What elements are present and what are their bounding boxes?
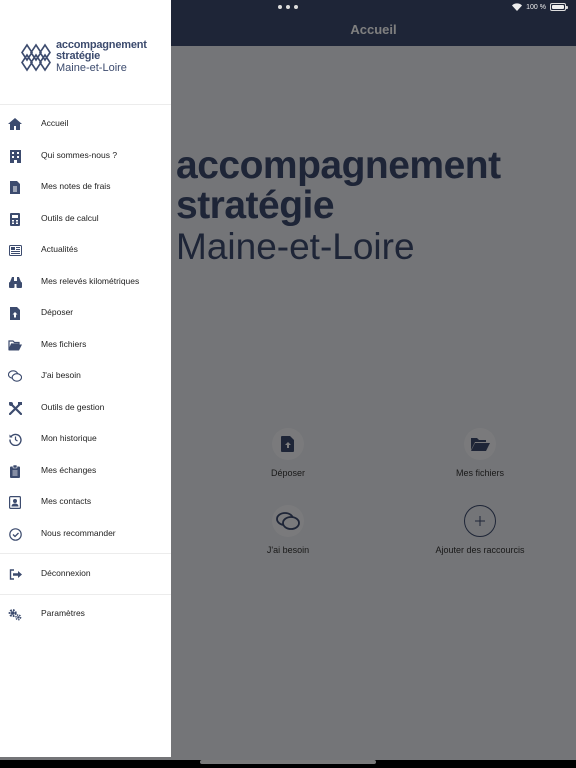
history-icon — [8, 432, 22, 446]
menu-item-deposer[interactable]: Déposer — [0, 298, 171, 328]
menu-item-parametres[interactable]: Paramètres — [0, 599, 171, 629]
menu-item-notes-de-frais[interactable]: Mes notes de frais — [0, 172, 171, 202]
folder-open-icon — [8, 338, 22, 352]
wifi-icon — [512, 3, 523, 11]
menu-label: Déconnexion — [41, 568, 91, 578]
comments-icon — [8, 369, 22, 383]
logo-mark-icon — [21, 43, 51, 72]
drawer-logo: accompagnement stratégie Maine-et-Loire — [21, 40, 161, 80]
logo-line-2: stratégie — [56, 50, 101, 62]
check-circle-icon — [8, 527, 22, 541]
cogs-icon — [8, 607, 22, 621]
home-indicator[interactable] — [200, 760, 376, 764]
multitasking-dots[interactable] — [278, 5, 298, 11]
menu-item-outils-de-calcul[interactable]: Outils de calcul — [0, 204, 171, 234]
menu-item-deconnexion[interactable]: Déconnexion — [0, 559, 171, 589]
building-icon — [8, 149, 22, 163]
menu-item-accueil[interactable]: Accueil — [0, 109, 171, 139]
divider — [0, 104, 171, 105]
menu-label: Qui sommes-nous ? — [41, 150, 118, 160]
menu-label: Actualités — [41, 244, 78, 254]
menu-label: Accueil — [41, 118, 69, 128]
menu-label: Outils de gestion — [41, 402, 105, 412]
receipt-icon — [8, 180, 22, 194]
menu-label: Paramètres — [41, 608, 85, 618]
menu-item-mes-echanges[interactable]: Mes échanges — [0, 456, 171, 486]
menu-item-mes-contacts[interactable]: Mes contacts — [0, 487, 171, 517]
divider — [0, 594, 171, 595]
side-drawer: accompagnement stratégie Maine-et-Loire … — [0, 0, 171, 757]
calculator-icon — [8, 212, 22, 226]
logo-line-3: Maine-et-Loire — [56, 62, 127, 74]
newspaper-icon — [8, 243, 22, 257]
divider — [0, 553, 171, 554]
tools-icon — [8, 401, 22, 415]
address-book-icon — [8, 495, 22, 509]
status-bar-right: 100 % — [512, 2, 568, 12]
menu-item-mon-historique[interactable]: Mon historique — [0, 424, 171, 454]
menu-label: Mes relevés kilométriques — [41, 276, 140, 286]
battery-icon — [550, 3, 568, 11]
menu-label: Mes échanges — [41, 465, 97, 475]
menu-label: Déposer — [41, 307, 74, 317]
menu-item-releves-kilometriques[interactable]: Mes relevés kilométriques — [0, 267, 171, 297]
binoculars-icon — [8, 275, 22, 289]
menu-label: Mes contacts — [41, 496, 92, 506]
menu-label: Nous recommander — [41, 528, 116, 538]
menu-label: J'ai besoin — [41, 370, 81, 380]
menu-label: Outils de calcul — [41, 213, 99, 223]
menu-item-qui-sommes-nous[interactable]: Qui sommes-nous ? — [0, 141, 171, 171]
menu-label: Mes fichiers — [41, 339, 87, 349]
home-icon — [8, 117, 22, 131]
menu-item-actualites[interactable]: Actualités — [0, 235, 171, 265]
file-upload-icon — [8, 306, 22, 320]
menu-label: Mon historique — [41, 433, 97, 443]
menu-label: Mes notes de frais — [41, 181, 111, 191]
menu-item-outils-de-gestion[interactable]: Outils de gestion — [0, 393, 171, 423]
menu-item-jai-besoin[interactable]: J'ai besoin — [0, 361, 171, 391]
sign-out-icon — [8, 567, 22, 581]
battery-percentage: 100 % — [526, 3, 546, 11]
menu-item-nous-recommander[interactable]: Nous recommander — [0, 519, 171, 549]
menu-item-mes-fichiers[interactable]: Mes fichiers — [0, 330, 171, 360]
clipboard-icon — [8, 464, 22, 478]
